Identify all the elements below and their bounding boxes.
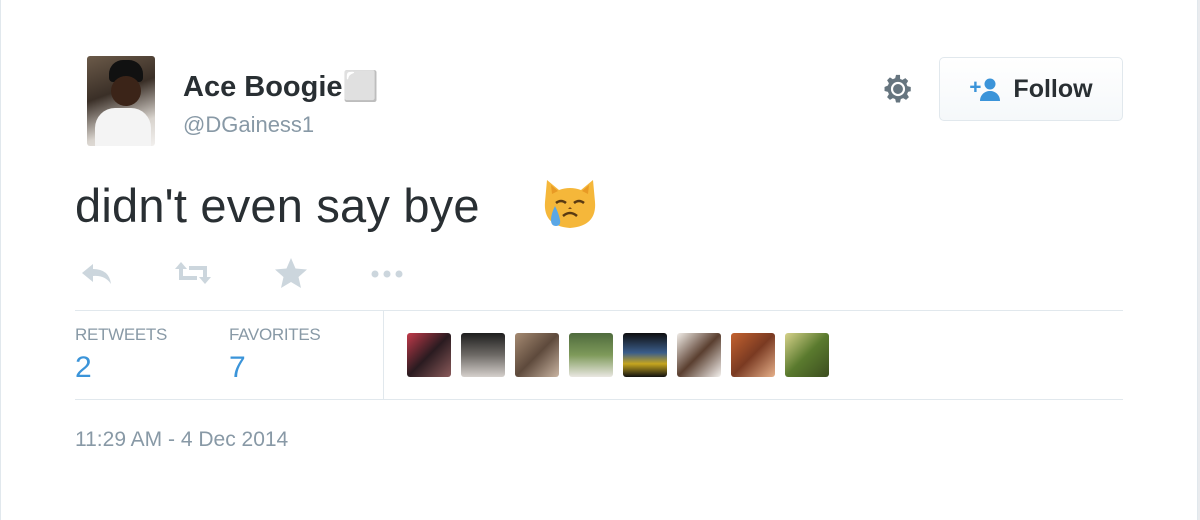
- favoriter-avatar[interactable]: [461, 333, 505, 377]
- retweets-count[interactable]: 2: [75, 351, 167, 385]
- favorite-icon[interactable]: [271, 256, 311, 290]
- tweet-timestamp[interactable]: 11:29 AM - 4 Dec 2014: [75, 428, 288, 452]
- follow-label: Follow: [1013, 74, 1093, 103]
- favorites-count[interactable]: 7: [229, 351, 320, 385]
- retweets-label: RETWEETS: [75, 325, 168, 344]
- favorites-stat[interactable]: FAVORITES 7: [229, 325, 321, 385]
- favoriter-avatar[interactable]: [569, 333, 613, 377]
- favoriter-avatar[interactable]: [515, 333, 559, 377]
- retweets-stat[interactable]: RETWEETS 2: [75, 325, 167, 385]
- avatar-shirt: [95, 108, 151, 146]
- retweet-icon[interactable]: [173, 256, 213, 290]
- favoriter-avatar[interactable]: [407, 333, 451, 377]
- avatar-face: [111, 76, 141, 106]
- reply-icon[interactable]: [77, 256, 117, 290]
- favoriter-avatar[interactable]: [623, 333, 667, 377]
- user-handle[interactable]: @DGainess1: [183, 112, 314, 138]
- favoriter-avatar[interactable]: [785, 333, 829, 377]
- display-name[interactable]: Ace Boogie⬜: [183, 70, 379, 104]
- follow-button[interactable]: Follow: [939, 57, 1123, 121]
- tweet-stats: RETWEETS 2 FAVORITES 7: [75, 310, 1123, 400]
- user-avatar[interactable]: [87, 56, 155, 146]
- crying-cat-face-icon: [541, 176, 599, 232]
- stats-divider: [383, 311, 384, 399]
- tweet-card: Ace Boogie⬜ @DGainess1 Follow didn't eve…: [0, 0, 1198, 520]
- more-icon[interactable]: [367, 256, 407, 290]
- add-user-icon: [969, 76, 1003, 102]
- favorites-label: FAVORITES: [229, 325, 321, 344]
- gear-icon[interactable]: [881, 72, 915, 106]
- tweet-text: didn't even say bye: [75, 179, 480, 232]
- favoriter-avatar[interactable]: [677, 333, 721, 377]
- favoriter-avatar[interactable]: [731, 333, 775, 377]
